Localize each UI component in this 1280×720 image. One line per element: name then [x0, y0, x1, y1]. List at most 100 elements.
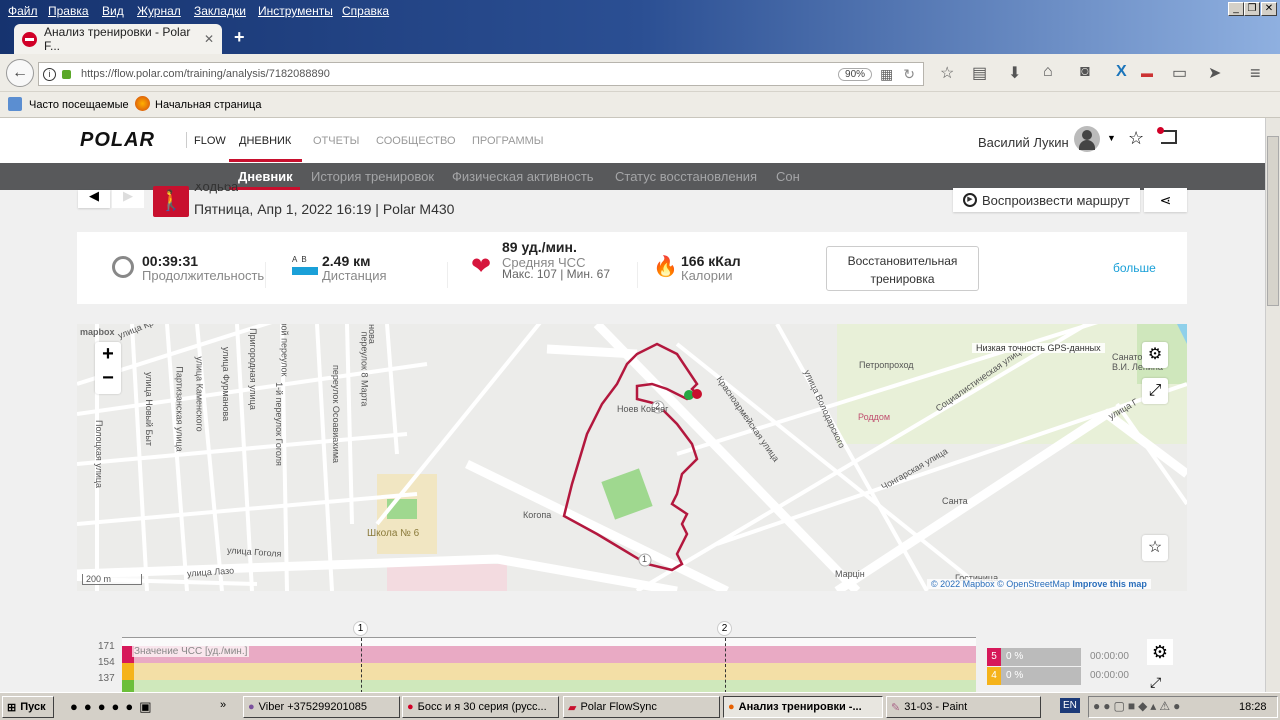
url-bar[interactable]: i https://flow.polar.com/training/analys…: [38, 62, 924, 86]
scrollbar-thumb[interactable]: [1267, 136, 1279, 306]
zoom-in-button[interactable]: +: [95, 342, 121, 366]
training-benefit-button[interactable]: Восстановительная тренировка: [826, 246, 979, 291]
fullscreen-button[interactable]: ⤢: [1142, 378, 1168, 404]
map-label: улица Фурманова: [221, 346, 232, 422]
us-flag-icon[interactable]: ▬: [1141, 66, 1153, 80]
url-text[interactable]: https://flow.polar.com/training/analysis…: [81, 68, 838, 80]
sub-navigation: Дневник История тренировок Физическая ак…: [0, 163, 1265, 190]
ab-label: A B: [292, 255, 307, 264]
close-window-button[interactable]: ✕: [1261, 2, 1277, 16]
language-indicator[interactable]: EN: [1060, 698, 1080, 713]
stadium: [601, 468, 653, 520]
menu-view[interactable]: Вид: [102, 4, 124, 18]
zoom-controls: + −: [95, 342, 121, 394]
monitor-icon[interactable]: ▭: [1172, 63, 1187, 83]
nav-diary[interactable]: ДНЕВНИК: [239, 135, 291, 147]
quick-launch-more[interactable]: »: [220, 699, 226, 711]
nav-community[interactable]: СООБЩЕСТВО: [376, 135, 456, 147]
user-name[interactable]: Василий Лукин: [978, 135, 1069, 150]
subnav-history[interactable]: История тренировок: [311, 169, 434, 184]
subnav-activity[interactable]: Физическая активность: [452, 169, 594, 184]
menu-file[interactable]: Файл: [8, 4, 38, 18]
favorites-star-icon[interactable]: ☆: [1128, 128, 1144, 149]
pocket-icon[interactable]: ◙: [1080, 63, 1090, 81]
bookmark-star-icon[interactable]: ☆: [940, 63, 954, 83]
lap-marker-2[interactable]: 2: [717, 621, 732, 636]
chart-fullscreen-button[interactable]: ⤢: [1150, 674, 1161, 691]
lap-line-2: [725, 638, 726, 693]
home-icon[interactable]: ⌂: [1043, 63, 1053, 81]
taskbar-item-flowsync[interactable]: ▰ Polar FlowSync: [563, 696, 720, 718]
zone-percent: 0 %: [1006, 670, 1024, 681]
taskbar-item-firefox[interactable]: ● Анализ тренировки -...: [723, 696, 883, 718]
hr-chart[interactable]: Значение ЧСС [уд./мин.]: [122, 637, 976, 693]
subnav-sleep[interactable]: Сон: [776, 169, 800, 184]
minimize-button[interactable]: _: [1228, 2, 1244, 16]
taskbar-item-opera[interactable]: ● Босс и я 30 серия (русс...: [402, 696, 559, 718]
taskbar-item-paint[interactable]: ✎ 31-03 - Paint: [886, 696, 1041, 718]
map-favorite-button[interactable]: ☆: [1142, 535, 1168, 561]
taskbar-label: Босс и я 30 серия (русс...: [417, 701, 547, 713]
bookmark-most-visited[interactable]: Часто посещаемые: [29, 99, 129, 111]
improve-map-link[interactable]: Improve this map: [1072, 579, 1147, 589]
lap-marker-1[interactable]: 1: [353, 621, 368, 636]
quick-launch-icons[interactable]: ●●●●●▣: [70, 699, 158, 715]
bookmarks-list-icon[interactable]: ▤: [972, 63, 987, 83]
subnav-diary[interactable]: Дневник: [238, 169, 293, 184]
route-map[interactable]: 1 2 mapbox + − улица Кр Полоцкая улица у…: [77, 324, 1187, 591]
map-attribution: © 2022 Mapbox © OpenStreetMap Improve th…: [927, 579, 1151, 589]
avatar[interactable]: [1074, 126, 1100, 152]
polar-header: POLAR FLOW ДНЕВНИК ОТЧЕТЫ СООБЩЕСТВО ПРО…: [0, 118, 1265, 163]
menu-tools[interactable]: Инструменты: [258, 4, 333, 18]
downloads-icon[interactable]: ⬇: [1008, 63, 1021, 83]
hr-min-max: Макс. 107 | Мин. 67: [502, 267, 611, 281]
taskbar-item-viber[interactable]: ● Viber +375299201085: [243, 696, 400, 718]
menu-bookmarks[interactable]: Закладки: [194, 4, 246, 18]
replay-route-button[interactable]: ▶ Воспроизвести маршрут: [953, 188, 1140, 212]
next-training-button[interactable]: ▶: [112, 189, 144, 208]
menu-edit[interactable]: Правка: [48, 4, 89, 18]
mapbox-logo[interactable]: mapbox: [80, 327, 115, 337]
reload-icon[interactable]: ↻: [903, 66, 915, 83]
prev-training-button[interactable]: ◀: [78, 189, 110, 208]
tray-icons[interactable]: ●●▢■◆▴⚠●: [1093, 699, 1183, 713]
map-settings-button[interactable]: ⚙: [1142, 342, 1168, 368]
user-dropdown-icon[interactable]: ▼: [1107, 133, 1116, 143]
page-scrollbar[interactable]: [1265, 118, 1280, 692]
bookmark-start-page[interactable]: Начальная страница: [155, 99, 261, 111]
menu-help[interactable]: Справка: [342, 4, 389, 18]
restore-button[interactable]: ❐: [1244, 2, 1260, 16]
tab-close-icon[interactable]: ✕: [204, 32, 214, 46]
subnav-recovery[interactable]: Статус восстановления: [615, 169, 757, 184]
windows-logo-icon: ⊞: [7, 701, 17, 714]
reader-view-icon[interactable]: ▦: [880, 66, 893, 83]
hamburger-menu-icon[interactable]: ≡: [1250, 63, 1261, 84]
map-label: зой переулок: [279, 324, 290, 377]
send-icon[interactable]: ➤: [1208, 63, 1221, 83]
zone-4-marker: [122, 663, 134, 680]
chart-settings-button[interactable]: ⚙: [1147, 639, 1173, 665]
hospital-area: [387, 564, 507, 591]
zone-4-band: [122, 663, 976, 680]
zone-4-row: 4 0 %: [987, 667, 1081, 685]
zoom-out-button[interactable]: −: [95, 366, 121, 390]
messages-icon[interactable]: [1157, 127, 1177, 144]
browser-tab-active[interactable]: Анализ тренировки - Polar F... ✕: [14, 24, 222, 54]
zoom-level[interactable]: 90%: [838, 67, 873, 81]
more-link[interactable]: больше: [1113, 261, 1156, 275]
start-button[interactable]: ⊞ Пуск: [2, 696, 54, 718]
new-tab-button[interactable]: +: [234, 27, 245, 48]
x-extension-icon[interactable]: X: [1116, 63, 1127, 81]
y-tick: 171: [98, 641, 115, 652]
polar-logo[interactable]: POLAR: [80, 129, 155, 152]
share-button[interactable]: ⋖: [1144, 188, 1187, 212]
nav-reports[interactable]: ОТЧЕТЫ: [313, 135, 359, 147]
info-icon[interactable]: i: [43, 67, 56, 81]
active-subnav-indicator: [229, 187, 300, 190]
map-label: Роддом: [858, 412, 891, 422]
nav-programs[interactable]: ПРОГРАММЫ: [472, 135, 544, 147]
distance-label: Дистанция: [322, 268, 387, 283]
menu-history[interactable]: Журнал: [137, 4, 181, 18]
copyright-text[interactable]: © 2022 Mapbox © OpenStreetMap: [931, 579, 1070, 589]
back-button[interactable]: ←: [6, 59, 34, 87]
